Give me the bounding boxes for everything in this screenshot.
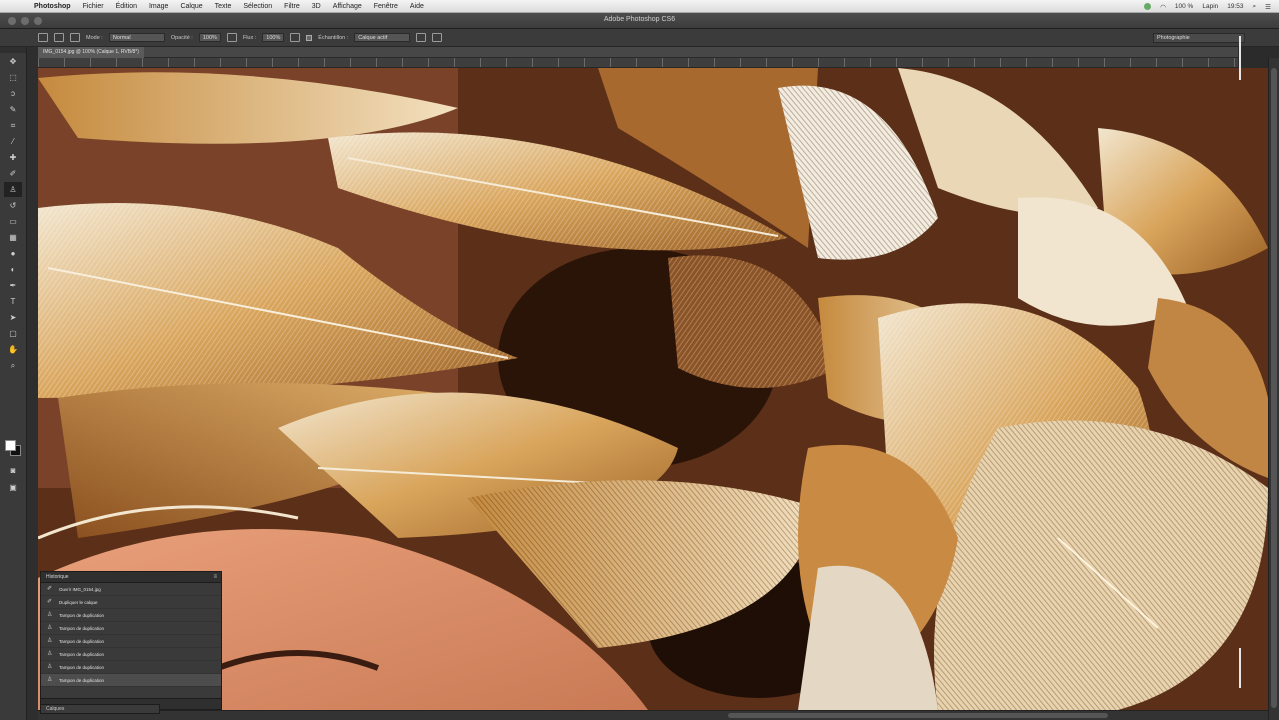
foreground-color-swatch[interactable] xyxy=(5,440,16,451)
menu-texte[interactable]: Texte xyxy=(215,3,232,10)
tools-panel: ✥ ⬚ ↄ ✎ ⌗ ⁄ ✚ ✐ ♙ ↺ ▭ ▦ ● ◐ ✒ T ➤ ▢ ✋ ⌕ … xyxy=(0,47,27,720)
eyedropper-tool-icon[interactable]: ⁄ xyxy=(4,134,22,149)
dodge-tool-icon[interactable]: ◐ xyxy=(4,262,22,277)
workspace-switcher[interactable]: Photographie xyxy=(1153,33,1245,43)
dropbox-icon[interactable] xyxy=(1144,3,1152,10)
history-item[interactable]: ♙ Tampon de duplication xyxy=(41,609,221,622)
history-brush-tool-icon[interactable]: ↺ xyxy=(4,198,22,213)
stamp-icon: ♙ xyxy=(47,638,53,644)
brush-tool-icon[interactable]: ✐ xyxy=(4,166,22,181)
zoom-tool-icon[interactable]: ⌕ xyxy=(4,358,22,373)
stamp-icon: ♙ xyxy=(47,625,53,631)
history-panel-title: Historique xyxy=(46,574,69,580)
tool-preset-icon[interactable] xyxy=(38,33,48,42)
aligned-checkbox[interactable] xyxy=(306,34,313,41)
menu-filtre[interactable]: Filtre xyxy=(284,3,300,10)
sample-label: Échantillon : xyxy=(318,34,349,41)
blur-tool-icon[interactable]: ● xyxy=(4,246,22,261)
clone-source-icon[interactable] xyxy=(70,33,80,42)
healing-brush-tool-icon[interactable]: ✚ xyxy=(4,150,22,165)
history-item[interactable]: ✐ Dupliquer le calque xyxy=(41,596,221,609)
menu-fenetre[interactable]: Fenêtre xyxy=(374,3,398,10)
opacity-label: Opacité : xyxy=(170,34,193,41)
menu-edition[interactable]: Édition xyxy=(116,3,137,10)
marquee-tool-icon[interactable]: ⬚ xyxy=(4,70,22,85)
menu-affichage[interactable]: Affichage xyxy=(333,3,362,10)
menu-aide[interactable]: Aide xyxy=(410,3,424,10)
mode-select[interactable]: Normal xyxy=(108,33,165,42)
history-panel-header[interactable]: Historique ≡ xyxy=(41,572,221,583)
eraser-tool-icon[interactable]: ▭ xyxy=(4,214,22,229)
sample-select[interactable]: Calque actif xyxy=(354,33,411,42)
history-item-selected[interactable]: ♙ Tampon de duplication xyxy=(41,674,221,687)
battery-status[interactable]: 100 % xyxy=(1175,3,1193,10)
panel-menu-icon[interactable]: ≡ xyxy=(213,572,217,583)
screen-mode-icon[interactable]: ▣ xyxy=(4,480,22,495)
clock[interactable]: 19:53 xyxy=(1227,3,1243,10)
canvas-corner-mark xyxy=(1239,648,1241,688)
airbrush-icon[interactable] xyxy=(290,33,301,42)
document-tab-bar: IMG_0154.jpg @ 100% (Calque 1, RVB/8*) xyxy=(38,47,1238,58)
horizontal-scrollbar[interactable] xyxy=(38,710,1268,720)
layers-panel-tab[interactable]: Calques xyxy=(40,704,160,714)
options-bar: Mode : Normal Opacité : 100% Flux : 100%… xyxy=(0,29,1279,47)
menu-photoshop[interactable]: Photoshop xyxy=(34,3,71,10)
history-item[interactable]: ♙ Tampon de duplication xyxy=(41,622,221,635)
gradient-tool-icon[interactable]: ▦ xyxy=(4,230,22,245)
move-tool-icon[interactable]: ✥ xyxy=(4,54,22,69)
quick-mask-icon[interactable]: ◙ xyxy=(4,463,22,478)
history-item[interactable]: ♙ Tampon de duplication xyxy=(41,648,221,661)
flow-label: Flux : xyxy=(242,34,257,41)
wifi-icon[interactable]: ◠ xyxy=(1160,3,1166,11)
brush-preset-icon[interactable] xyxy=(54,33,64,42)
stamp-icon: ♙ xyxy=(47,612,53,618)
vertical-scroll-thumb[interactable] xyxy=(1271,68,1277,708)
menu-3d[interactable]: 3D xyxy=(312,3,321,10)
document-tab[interactable]: IMG_0154.jpg @ 100% (Calque 1, RVB/8*) xyxy=(38,47,144,58)
list-icon[interactable]: ☰ xyxy=(1265,3,1271,11)
lasso-tool-icon[interactable]: ↄ xyxy=(4,86,22,101)
brush-icon: ✐ xyxy=(47,599,53,605)
window-title: Adobe Photoshop CS6 xyxy=(603,16,676,23)
type-tool-icon[interactable]: T xyxy=(4,294,22,309)
history-panel: Historique ≡ ✐ Ouvrir IMG_0154.jpg ✐ Dupli… xyxy=(40,571,222,710)
panel-gutter xyxy=(27,47,38,720)
brush-icon: ✐ xyxy=(47,586,53,592)
history-item[interactable]: ♙ Tampon de duplication xyxy=(41,635,221,648)
menu-bar-status: ◠ 100 % Lapin 19:53 ⌕ ☰ xyxy=(1144,0,1271,13)
stamp-icon: ♙ xyxy=(47,651,53,657)
pen-tool-icon[interactable]: ✒ xyxy=(4,278,22,293)
pressure-opacity-icon[interactable] xyxy=(226,33,237,42)
user-name[interactable]: Lapin xyxy=(1202,3,1218,10)
mode-label: Mode : xyxy=(86,34,103,41)
opacity-field[interactable]: 100% xyxy=(198,33,221,42)
shape-tool-icon[interactable]: ▢ xyxy=(4,326,22,341)
menu-image[interactable]: Image xyxy=(149,3,168,10)
window-title-bar: Adobe Photoshop CS6 xyxy=(0,13,1279,29)
canvas-corner-mark xyxy=(1239,36,1241,80)
tools-panel-grip[interactable] xyxy=(0,47,26,53)
crop-tool-icon[interactable]: ⌗ xyxy=(4,118,22,133)
path-selection-tool-icon[interactable]: ➤ xyxy=(4,310,22,325)
feather-photo xyxy=(38,68,1268,710)
ignore-adjustment-icon[interactable] xyxy=(416,33,427,42)
clone-stamp-tool-icon[interactable]: ♙ xyxy=(4,182,22,197)
quick-selection-tool-icon[interactable]: ✎ xyxy=(4,102,22,117)
stamp-icon: ♙ xyxy=(47,677,53,683)
menu-calque[interactable]: Calque xyxy=(180,3,202,10)
flow-field[interactable]: 100% xyxy=(262,33,285,42)
menu-fichier[interactable]: Fichier xyxy=(83,3,104,10)
history-item[interactable]: ✐ Ouvrir IMG_0154.jpg xyxy=(41,583,221,596)
spotlight-icon[interactable]: ⌕ xyxy=(1253,3,1257,11)
stamp-icon: ♙ xyxy=(47,664,53,670)
image-canvas[interactable] xyxy=(38,68,1268,710)
vertical-scrollbar[interactable] xyxy=(1268,58,1279,720)
menu-bar: Photoshop Fichier Édition Image Calque T… xyxy=(0,0,1279,13)
horizontal-scroll-thumb[interactable] xyxy=(728,713,1108,718)
pressure-size-icon[interactable] xyxy=(432,33,443,42)
horizontal-ruler[interactable] xyxy=(38,58,1238,68)
history-item[interactable]: ♙ Tampon de duplication xyxy=(41,661,221,674)
menu-selection[interactable]: Sélection xyxy=(243,3,272,10)
hand-tool-icon[interactable]: ✋ xyxy=(4,342,22,357)
